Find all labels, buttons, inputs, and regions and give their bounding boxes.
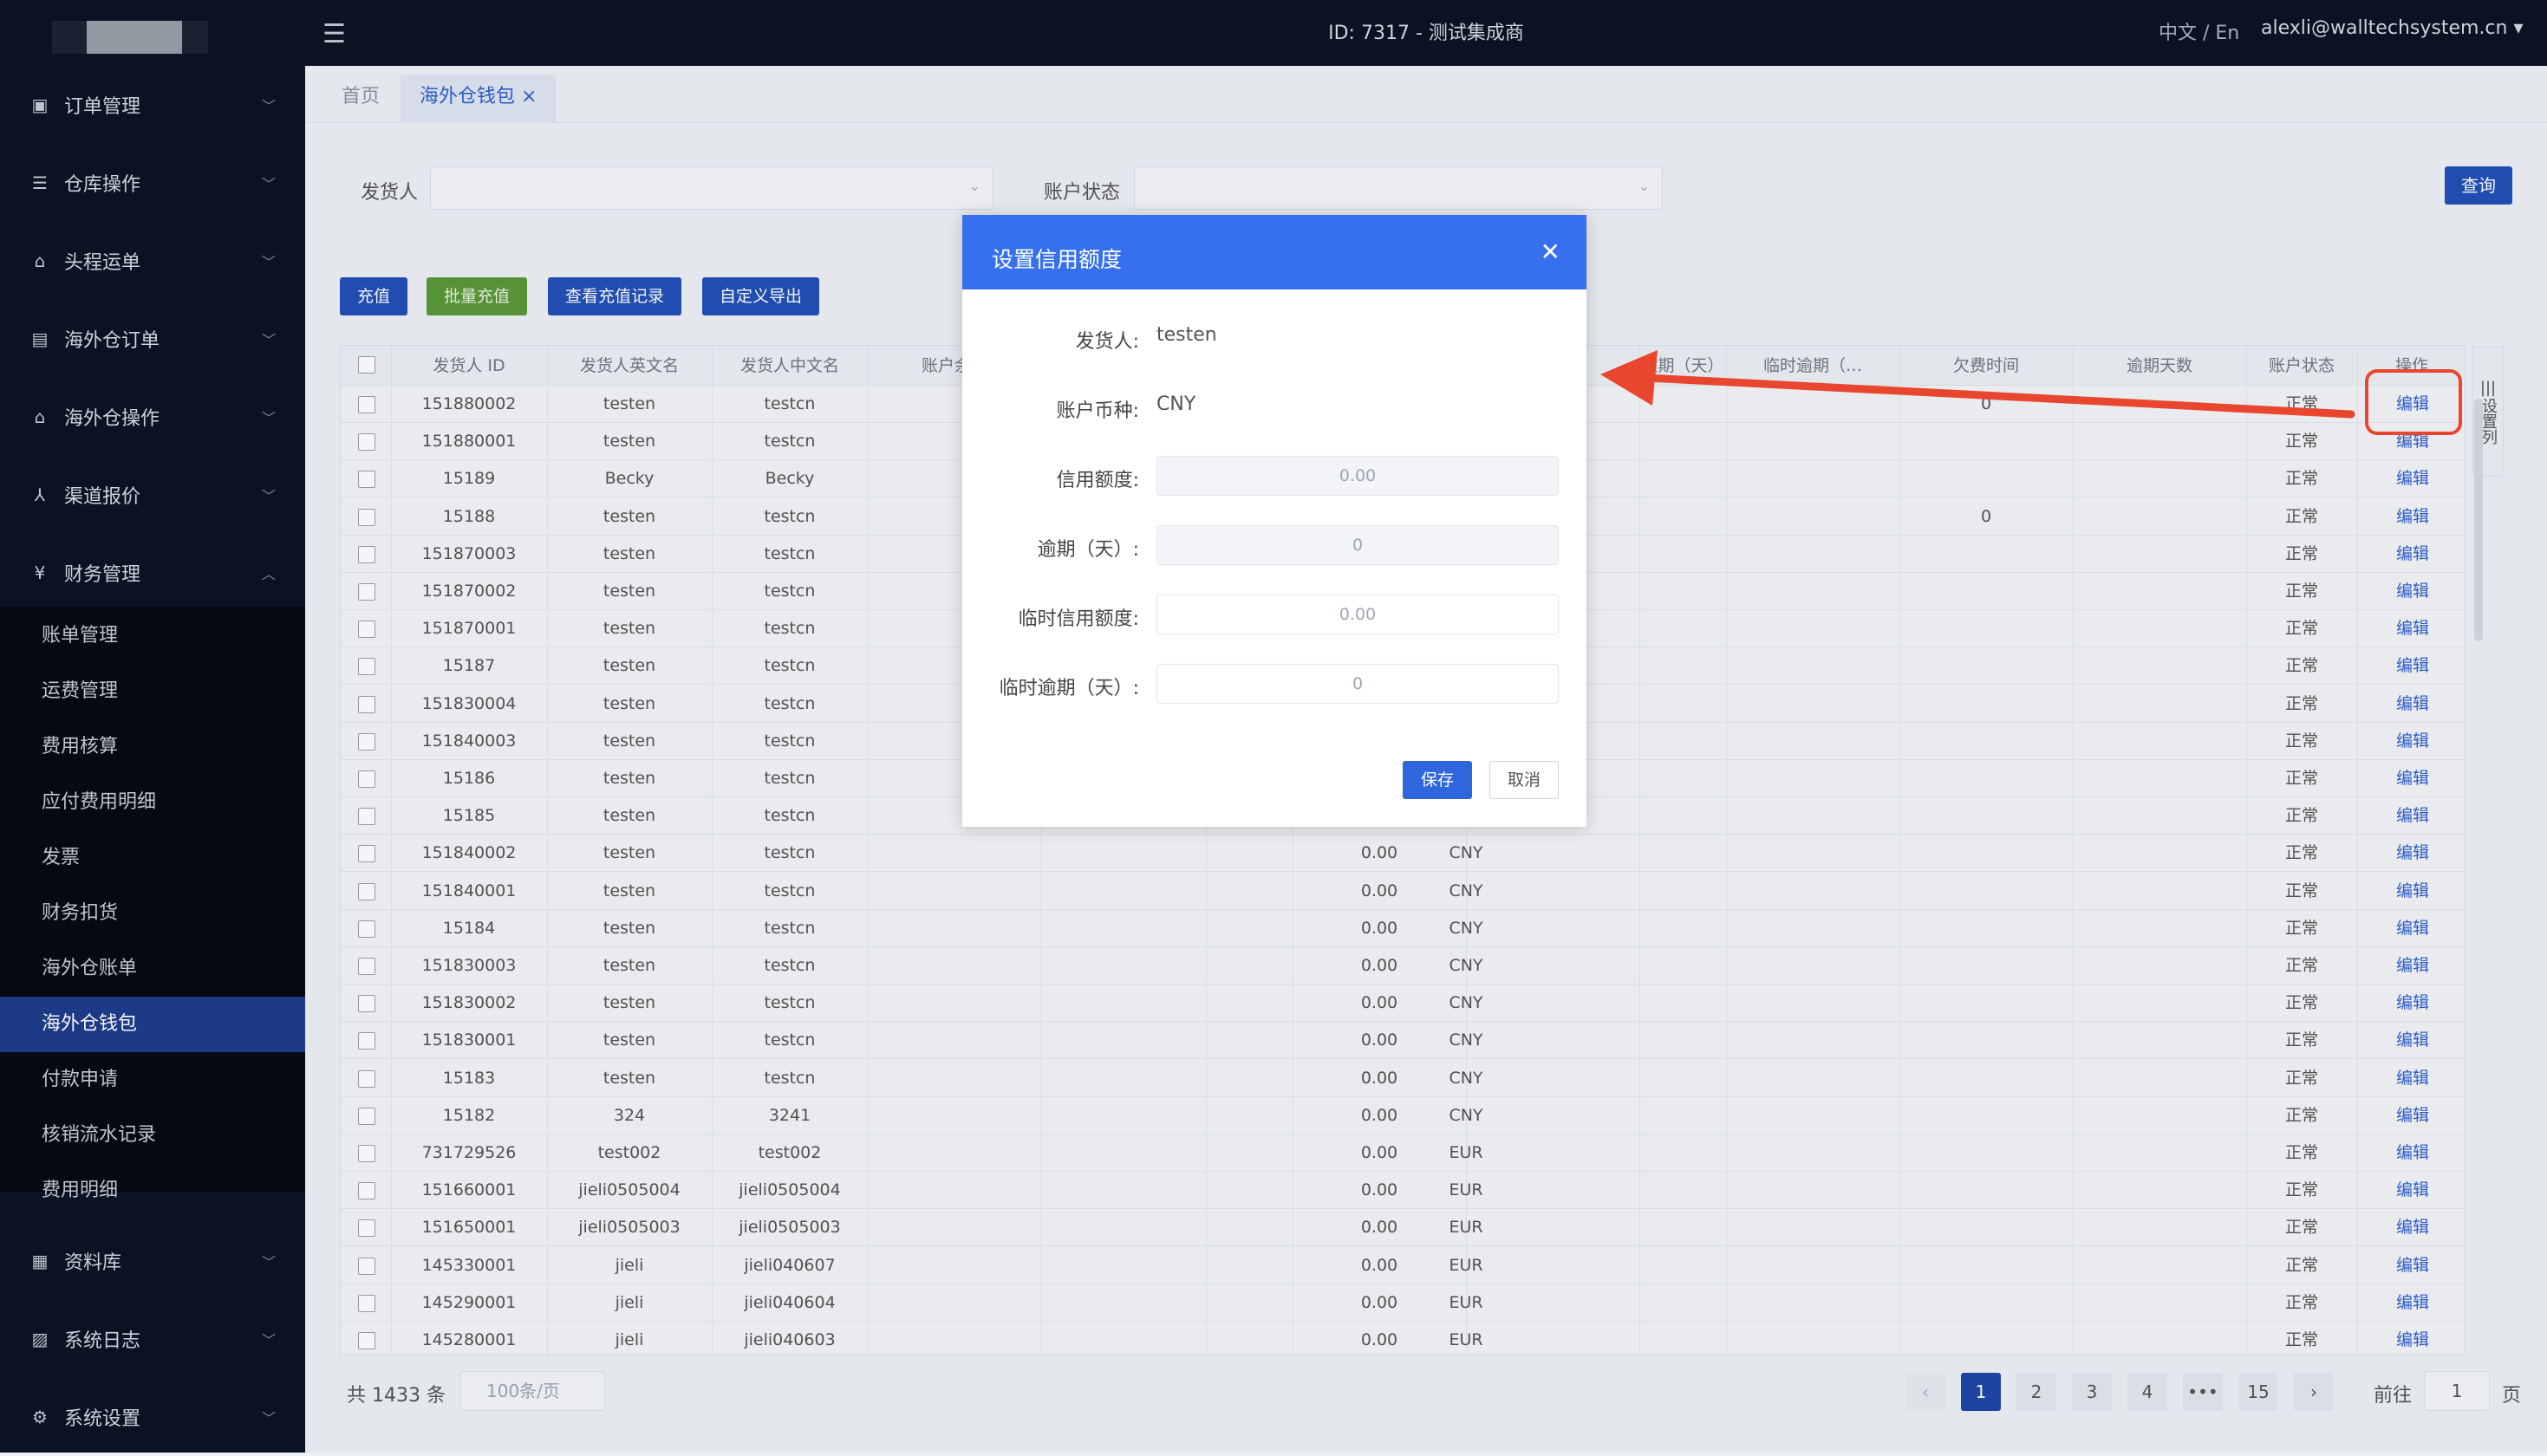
annotation-arrow-icon (1600, 350, 2355, 419)
